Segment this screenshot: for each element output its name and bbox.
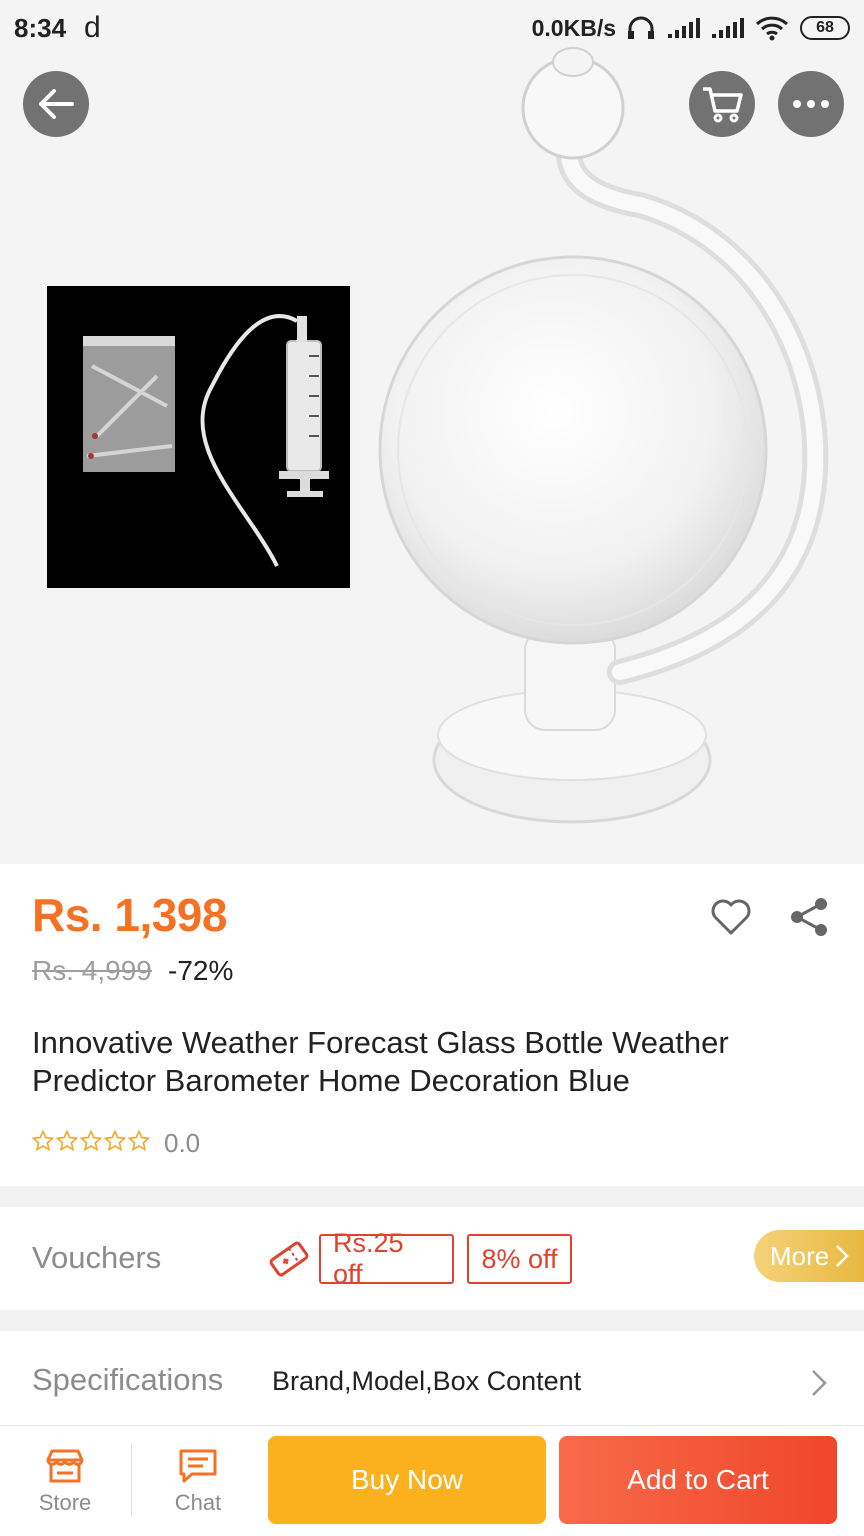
network-speed: 0.0KB/s (531, 14, 616, 41)
battery-indicator: 68 (800, 16, 850, 40)
star-icon (104, 1130, 126, 1152)
add-to-cart-button[interactable]: Add to Cart (559, 1436, 837, 1524)
product-title: Innovative Weather Forecast Glass Bottle… (32, 1025, 729, 1098)
discount-percent: -72% (168, 955, 234, 986)
chat-button[interactable]: Chat (143, 1448, 253, 1516)
specifications-label: Specifications (32, 1362, 224, 1397)
signal-icon (712, 18, 744, 38)
more-label: More (770, 1240, 830, 1271)
cart-icon (703, 87, 743, 123)
chevron-right-icon (812, 1370, 827, 1396)
store-button[interactable]: Store (10, 1448, 120, 1516)
back-arrow-icon (39, 89, 74, 119)
voucher-chip[interactable]: Rs.25 off (319, 1228, 454, 1289)
more-vouchers-button[interactable]: More (754, 1230, 864, 1282)
store-label: Store (38, 1490, 92, 1515)
bar-divider (131, 1444, 132, 1516)
chevron-right-icon (836, 1245, 850, 1267)
back-button[interactable] (23, 71, 89, 137)
voucher-chip[interactable]: 8% off (467, 1234, 572, 1284)
voucher-ticket-icon (269, 1241, 309, 1277)
star-icon (128, 1130, 150, 1152)
vouchers-label: Vouchers (32, 1240, 162, 1275)
wishlist-button[interactable] (707, 893, 755, 941)
chat-icon (179, 1449, 217, 1483)
wifi-icon (755, 16, 789, 41)
star-icon (80, 1130, 102, 1152)
share-icon (791, 898, 827, 936)
share-button[interactable] (785, 893, 833, 941)
more-icon (793, 100, 829, 108)
product-price: Rs. 1,398 (32, 889, 227, 941)
status-time: 8:34 (14, 12, 67, 43)
more-options-button[interactable] (778, 71, 844, 137)
original-price: Rs. 4,999 (32, 955, 152, 986)
status-bar: 8:34 d 0.0KB/s 68 (0, 0, 864, 56)
accessories-inset (47, 286, 350, 588)
buy-now-button[interactable]: Buy Now (268, 1436, 546, 1524)
notification-icon: d (84, 11, 101, 44)
cart-button[interactable] (689, 71, 755, 137)
headphones-icon (628, 16, 654, 39)
chat-label: Chat (174, 1490, 222, 1515)
star-icon (56, 1130, 78, 1152)
specifications-value: Brand,Model,Box Content (272, 1366, 582, 1396)
signal-icon (668, 18, 700, 38)
rating-stars (32, 1130, 150, 1152)
star-icon (32, 1130, 54, 1152)
rating-value: 0.0 (164, 1128, 201, 1158)
store-icon (46, 1449, 84, 1483)
accessories-image (83, 314, 329, 567)
heart-icon (711, 899, 751, 935)
